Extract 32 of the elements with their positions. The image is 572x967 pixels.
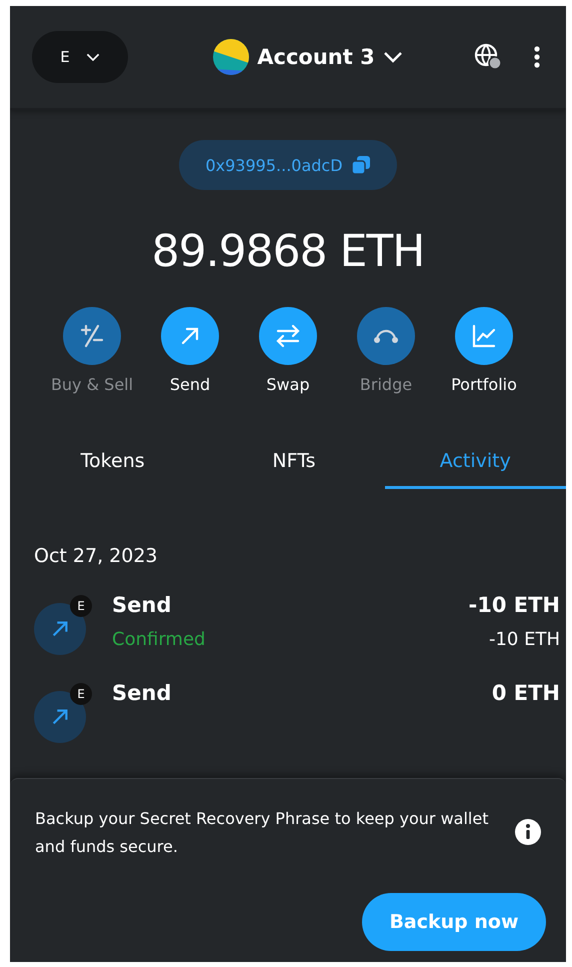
address-pill[interactable]: 0x93995...0adcD: [179, 140, 397, 190]
transaction-amount: -10 ETH: [468, 593, 560, 617]
transaction-amount: 0 ETH: [492, 681, 560, 705]
chevron-down-icon: [382, 51, 403, 63]
date-heading: Oct 27, 2023: [34, 545, 158, 567]
action-button[interactable]: Swap: [246, 307, 330, 394]
network-selector[interactable]: E: [32, 31, 128, 83]
tab[interactable]: Tokens: [22, 438, 204, 489]
backup-message: Backup your Secret Recovery Phrase to keep your wallet and funds secure.: [35, 808, 490, 858]
action-button[interactable]: Portfolio: [442, 307, 526, 394]
arrow-up-right-icon: [50, 619, 70, 639]
transaction-fiat-amount: -10 ETH: [488, 629, 560, 650]
swap-arrows-icon: [275, 324, 301, 348]
network-badge: E: [70, 683, 92, 705]
info-icon[interactable]: [515, 819, 541, 845]
chart-icon: [471, 323, 497, 349]
plus-minus-icon: [78, 322, 106, 350]
arrow-up-right-icon: [179, 325, 201, 347]
network-badge: E: [70, 595, 92, 617]
arrow-up-right-icon: [50, 707, 70, 727]
account-avatar-icon: [213, 39, 250, 75]
bridge-icon: [372, 328, 400, 344]
transaction-title[interactable]: Send: [112, 593, 468, 617]
transaction-status: Confirmed: [112, 629, 206, 650]
chevron-down-icon: [86, 52, 100, 62]
account-selector[interactable]: Account 3: [168, 39, 448, 75]
action-button[interactable]: Send: [148, 307, 232, 394]
balance-amount: 89.9868 ETH: [150, 226, 426, 277]
transaction-title[interactable]: Send: [112, 681, 492, 705]
tab[interactable]: Activity: [384, 438, 566, 489]
copy-icon: [350, 155, 371, 175]
tab[interactable]: NFTs: [203, 438, 385, 489]
